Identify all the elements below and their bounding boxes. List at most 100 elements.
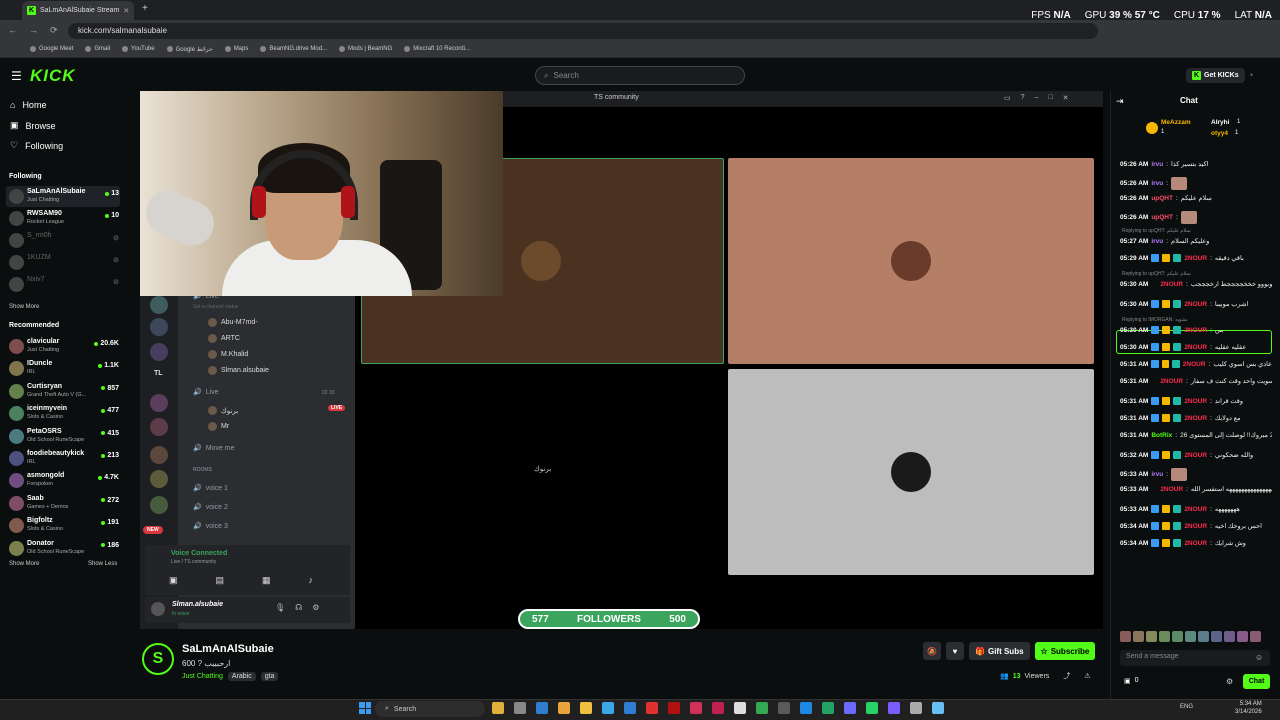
taskbar-app-icon[interactable] (690, 702, 702, 714)
recommended-channel[interactable]: iceinmyvein Slots & Casino 477 (6, 403, 120, 424)
url-field[interactable]: kick.com/salmanalsubaie (68, 23, 1098, 39)
emoji-icon[interactable]: ☺ (1255, 653, 1263, 662)
emote-icon[interactable] (1224, 631, 1235, 642)
taskbar-app-icon[interactable] (558, 702, 570, 714)
back-icon[interactable]: ← (8, 25, 17, 36)
bookmark-item[interactable]: Gmail (85, 46, 110, 52)
bookmark-item[interactable]: BeamNG.drive Mod... (260, 46, 327, 52)
share-icon[interactable]: ⤴ (1063, 671, 1070, 681)
taskbar-app-icon[interactable] (734, 702, 746, 714)
taskbar-app-icon[interactable] (646, 702, 658, 714)
nav-browse[interactable]: ▣ Browse (10, 120, 56, 131)
chat-username[interactable]: 2NOUR (1184, 344, 1207, 351)
taskbar-app-icon[interactable] (932, 702, 944, 714)
pinned-user[interactable]: Alryhi (1211, 119, 1229, 126)
pinned-user[interactable]: otyy4 (1211, 130, 1228, 137)
emote-icon[interactable] (1237, 631, 1248, 642)
recommended-channel[interactable]: foodiebeautykick IRL 213 (6, 448, 120, 469)
channel-avatar[interactable]: S (142, 643, 174, 675)
windows-start-icon[interactable] (359, 702, 371, 714)
taskbar-app-icon[interactable] (778, 702, 790, 714)
following-channel[interactable]: Nxiv7 ⊘ (6, 274, 120, 295)
bookmark-item[interactable]: Mods | BeamNG (339, 46, 392, 52)
chat-username[interactable]: 2NOUR (1160, 486, 1183, 493)
kick-logo[interactable]: KICK (30, 66, 76, 86)
nav-following[interactable]: ♡ Following (10, 140, 63, 151)
chat-username[interactable]: 2NOUR (1184, 506, 1207, 513)
emote-icon[interactable] (1198, 631, 1209, 642)
taskbar-app-icon[interactable] (822, 702, 834, 714)
browser-tab[interactable]: K SaLmAnAlSubaie Stream ✕ (22, 1, 134, 20)
bookmark-item[interactable]: YouTube (122, 46, 155, 52)
following-channel[interactable]: S_rm0h ⊘ (6, 230, 120, 251)
report-icon[interactable]: ⚠ (1084, 672, 1090, 680)
chat-username[interactable]: 2NOUR (1184, 523, 1207, 530)
taskbar-app-icon[interactable] (580, 702, 592, 714)
chat-username[interactable]: 2NOUR (1160, 281, 1183, 288)
chat-message-input[interactable]: Send a message (1120, 650, 1270, 666)
taskbar-app-icon[interactable] (514, 702, 526, 714)
show-more-following[interactable]: Show More (9, 304, 39, 310)
taskbar-app-icon[interactable] (866, 702, 878, 714)
taskbar-app-icon[interactable] (668, 702, 680, 714)
recommended-channel[interactable]: Curtisryan Grand Theft Auto V (G... 857 (6, 381, 120, 402)
chat-username[interactable]: 2NOUR (1184, 415, 1207, 422)
forward-icon[interactable]: → (29, 25, 38, 36)
chat-settings-icon[interactable]: ⚙ (1226, 677, 1233, 686)
show-more-recommended[interactable]: Show More (9, 561, 39, 567)
taskbar-app-icon[interactable] (844, 702, 856, 714)
chat-username[interactable]: 2NOUR (1183, 361, 1206, 368)
bookmark-item[interactable]: Google خرائط (166, 46, 213, 53)
emote-icon[interactable] (1172, 631, 1183, 642)
chat-username[interactable]: irvu (1151, 238, 1163, 245)
tab-close-icon[interactable]: ✕ (123, 7, 129, 15)
taskbar-app-icon[interactable] (910, 702, 922, 714)
chat-username[interactable]: upQHT (1151, 214, 1173, 221)
chat-username[interactable]: upQHT (1151, 195, 1173, 202)
reload-icon[interactable]: ⟳ (50, 25, 58, 36)
recommended-channel[interactable]: clavicular Just Chatting 20.6K (6, 336, 120, 357)
chat-username[interactable]: BotRix (1151, 432, 1172, 439)
bookmark-item[interactable]: Mixcraft 10 Recordi... (404, 46, 470, 52)
chat-username[interactable]: 2NOUR (1184, 398, 1207, 405)
recommended-channel[interactable]: Donator Old School RuneScape 186 (6, 538, 120, 559)
emote-icon[interactable] (1159, 631, 1170, 642)
subscribe-button[interactable]: ☆ Subscribe (1034, 642, 1096, 660)
chat-username[interactable]: 2NOUR (1160, 378, 1183, 385)
tag-arabic[interactable]: Arabic (227, 672, 256, 681)
language-indicator[interactable]: ENG (1180, 704, 1193, 710)
show-less-recommended[interactable]: Show Less (88, 561, 117, 567)
recommended-channel[interactable]: PetaOSRS Old School RuneScape 415 (6, 426, 120, 447)
chat-points[interactable]: ▣ 0 (1124, 677, 1139, 685)
recommended-channel[interactable]: Saab Games + Demos 272 (6, 493, 120, 514)
menu-icon[interactable]: ☰ (11, 69, 22, 83)
bookmark-item[interactable]: Maps (224, 46, 248, 52)
chat-username[interactable]: 2NOUR (1184, 301, 1207, 308)
taskbar-app-icon[interactable] (800, 702, 812, 714)
emote-icon[interactable] (1250, 631, 1261, 642)
taskbar-app-icon[interactable] (712, 702, 724, 714)
taskbar-app-icon[interactable] (888, 702, 900, 714)
following-channel[interactable]: RWSAM90 Rocket League 10 (6, 208, 120, 229)
get-kicks-button[interactable]: K Get KICKs (1186, 68, 1245, 83)
recommended-channel[interactable]: asmongold Forspoken 4.7K (6, 470, 120, 491)
category-link[interactable]: Just Chatting (182, 673, 223, 680)
chat-username[interactable]: irvu (1151, 161, 1163, 168)
emote-icon[interactable] (1120, 631, 1131, 642)
gift-subs-button[interactable]: 🎁 Gift Subs (969, 642, 1030, 660)
pinned-user[interactable]: MeAzzam (1161, 119, 1191, 126)
taskbar-app-icon[interactable] (536, 702, 548, 714)
chat-username[interactable]: 2NOUR (1184, 540, 1207, 547)
recommended-channel[interactable]: Bigfoltz Slots & Casino 191 (6, 515, 120, 536)
taskbar-app-icon[interactable] (756, 702, 768, 714)
channel-name[interactable]: SaLmAnAlSubaie (182, 643, 274, 655)
emote-icon[interactable] (1133, 631, 1144, 642)
follow-heart-icon[interactable]: ♥ (946, 642, 964, 660)
emote-icon[interactable] (1146, 631, 1157, 642)
tag-gta[interactable]: gta (260, 672, 279, 681)
collapse-chat-icon[interactable]: ⇥ (1116, 96, 1124, 107)
notification-bell-icon[interactable]: 🔕 (923, 642, 941, 660)
new-tab-icon[interactable]: + (142, 3, 148, 14)
system-clock[interactable]: 5:34 AM 3/14/2026 (1235, 700, 1262, 716)
chat-username[interactable]: irvu (1151, 180, 1163, 187)
